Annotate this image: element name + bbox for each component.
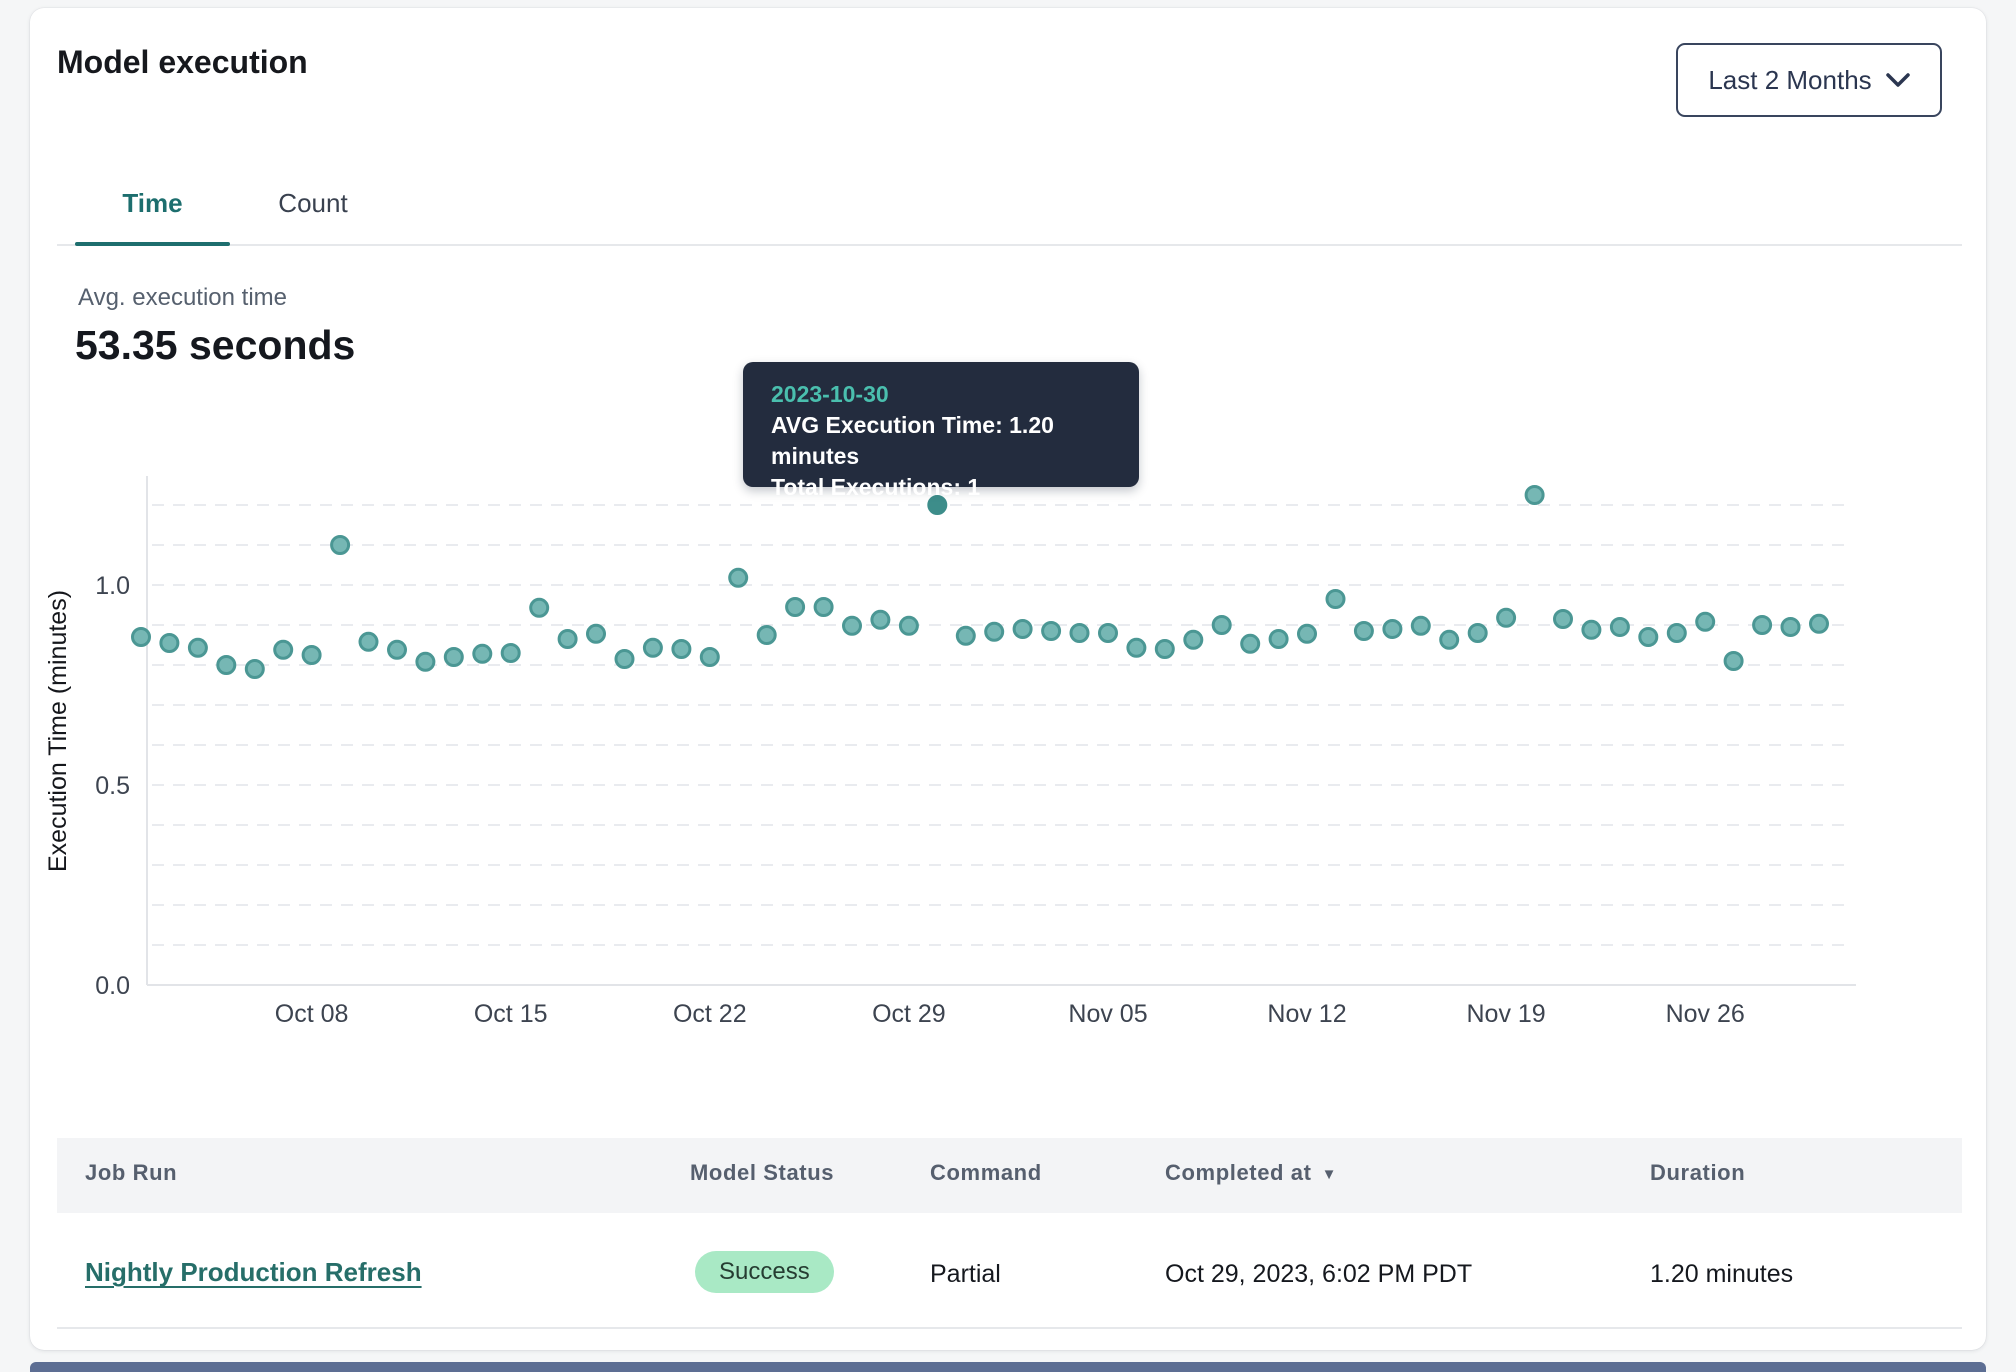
chart-dot[interactable] bbox=[1213, 617, 1230, 634]
chart-dot[interactable] bbox=[1611, 619, 1628, 636]
completed-at-cell: Oct 29, 2023, 6:02 PM PDT bbox=[1165, 1260, 1472, 1289]
chart-dot[interactable] bbox=[1583, 621, 1600, 638]
chart-dot[interactable] bbox=[133, 629, 150, 646]
tab-time[interactable]: Time bbox=[75, 188, 230, 219]
chart-dot[interactable] bbox=[1299, 625, 1316, 642]
chart-dot[interactable] bbox=[246, 661, 263, 678]
chart-dot[interactable] bbox=[1555, 611, 1572, 628]
chart-dot[interactable] bbox=[1697, 613, 1714, 630]
chart-dot[interactable] bbox=[360, 633, 377, 650]
chart-dot[interactable] bbox=[1270, 631, 1287, 648]
tab-count[interactable]: Count bbox=[243, 188, 383, 219]
x-tick-label: Nov 19 bbox=[1466, 1000, 1545, 1028]
column-header-command: Command bbox=[930, 1160, 1042, 1186]
y-tick-label: 0.5 bbox=[95, 772, 130, 800]
chart-dot[interactable] bbox=[189, 639, 206, 656]
chart-dot[interactable] bbox=[1725, 653, 1742, 670]
chart-dot[interactable] bbox=[900, 617, 917, 634]
chart-dot[interactable] bbox=[1811, 615, 1828, 632]
chart-dot[interactable] bbox=[1128, 639, 1145, 656]
chart-dot[interactable] bbox=[701, 649, 718, 666]
chart-dot[interactable] bbox=[445, 649, 462, 666]
y-tick-label: 1.0 bbox=[95, 572, 130, 600]
job-run-link[interactable]: Nightly Production Refresh bbox=[85, 1257, 422, 1288]
date-range-label: Last 2 Months bbox=[1708, 65, 1871, 96]
chart-dot[interactable] bbox=[1242, 635, 1259, 652]
chart-tooltip: 2023-10-30 AVG Execution Time: 1.20 minu… bbox=[743, 362, 1139, 487]
tooltip-date: 2023-10-30 bbox=[771, 379, 1139, 410]
chart-dot[interactable] bbox=[559, 631, 576, 648]
table-row-divider bbox=[57, 1327, 1962, 1329]
chart-dot[interactable] bbox=[1754, 617, 1771, 634]
chart-dot[interactable] bbox=[303, 647, 320, 664]
command-cell: Partial bbox=[930, 1260, 1001, 1289]
chart-dot[interactable] bbox=[1185, 631, 1202, 648]
y-tick-label: 0.0 bbox=[95, 972, 130, 1000]
chart-dot[interactable] bbox=[332, 537, 349, 554]
chart-dot[interactable] bbox=[1355, 623, 1372, 640]
avg-execution-time-value: 53.35 seconds bbox=[75, 322, 355, 369]
chart-dot[interactable] bbox=[161, 635, 178, 652]
chart-dot[interactable] bbox=[1469, 625, 1486, 642]
chart-dot[interactable] bbox=[1526, 487, 1543, 504]
active-tab-underline bbox=[75, 242, 230, 246]
chart-dot[interactable] bbox=[1043, 623, 1060, 640]
chart-dot[interactable] bbox=[417, 653, 434, 670]
chart-dot[interactable] bbox=[502, 645, 519, 662]
tooltip-avg-execution-time: AVG Execution Time: 1.20 minutes bbox=[771, 410, 1139, 472]
chart-dot[interactable] bbox=[616, 651, 633, 668]
avg-execution-time-label: Avg. execution time bbox=[78, 284, 287, 312]
model-execution-card: Model execution Last 2 Months Time Count… bbox=[30, 8, 1986, 1350]
chart-dot[interactable] bbox=[872, 611, 889, 628]
chart-dot[interactable] bbox=[644, 639, 661, 656]
page-title: Model execution bbox=[57, 44, 308, 81]
chart-dot[interactable] bbox=[844, 617, 861, 634]
chart-dot[interactable] bbox=[1156, 641, 1173, 658]
x-tick-label: Oct 08 bbox=[275, 1000, 349, 1028]
sort-desc-icon[interactable]: ▼ bbox=[1322, 1166, 1337, 1183]
duration-cell: 1.20 minutes bbox=[1650, 1260, 1793, 1289]
tabs-divider bbox=[57, 244, 1962, 246]
chart-dot[interactable] bbox=[275, 641, 292, 658]
chart-dot[interactable] bbox=[588, 625, 605, 642]
column-header-completed-at[interactable]: Completed at ▼ bbox=[1165, 1160, 1337, 1186]
chart-dot[interactable] bbox=[1412, 617, 1429, 634]
chart-dot[interactable] bbox=[531, 599, 548, 616]
chart-dot[interactable] bbox=[1327, 591, 1344, 608]
chart-dot[interactable] bbox=[389, 641, 406, 658]
status-badge: Success bbox=[695, 1251, 834, 1293]
chart-dot[interactable] bbox=[1782, 619, 1799, 636]
x-tick-label: Nov 12 bbox=[1267, 1000, 1346, 1028]
column-header-model-status: Model Status bbox=[690, 1160, 834, 1186]
x-tick-label: Nov 26 bbox=[1666, 1000, 1745, 1028]
x-tick-label: Oct 29 bbox=[872, 1000, 946, 1028]
y-axis-title: Execution Time (minutes) bbox=[44, 590, 72, 872]
chart-dot[interactable] bbox=[1014, 621, 1031, 638]
chart-dot[interactable] bbox=[1640, 629, 1657, 646]
x-tick-label: Nov 05 bbox=[1068, 1000, 1147, 1028]
chart-dot[interactable] bbox=[1071, 625, 1088, 642]
column-header-job-run: Job Run bbox=[85, 1160, 177, 1186]
bottom-bar bbox=[30, 1362, 1986, 1372]
chart-dot[interactable] bbox=[758, 627, 775, 644]
column-header-duration: Duration bbox=[1650, 1160, 1745, 1186]
chart-dot[interactable] bbox=[815, 599, 832, 616]
x-tick-label: Oct 22 bbox=[673, 1000, 747, 1028]
chart-dot[interactable] bbox=[673, 641, 690, 658]
chart-dot[interactable] bbox=[1384, 621, 1401, 638]
tooltip-total-executions: Total Executions: 1 bbox=[771, 472, 1139, 503]
chevron-down-icon bbox=[1886, 73, 1910, 87]
chart-dot[interactable] bbox=[787, 599, 804, 616]
chart-dot[interactable] bbox=[957, 627, 974, 644]
chart-dot[interactable] bbox=[474, 645, 491, 662]
chart-dot[interactable] bbox=[1441, 631, 1458, 648]
date-range-dropdown[interactable]: Last 2 Months bbox=[1676, 43, 1942, 117]
chart-dot[interactable] bbox=[986, 623, 1003, 640]
chart-dot[interactable] bbox=[730, 569, 747, 586]
chart-dot[interactable] bbox=[1668, 625, 1685, 642]
chart-dot[interactable] bbox=[1100, 625, 1117, 642]
chart-dot[interactable] bbox=[218, 657, 235, 674]
chart-dot[interactable] bbox=[1498, 609, 1515, 626]
x-tick-label: Oct 15 bbox=[474, 1000, 548, 1028]
